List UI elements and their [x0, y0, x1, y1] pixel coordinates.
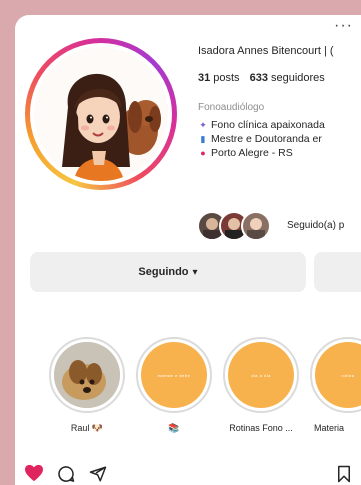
share-icon[interactable] [89, 465, 107, 485]
more-dots-icon: ··· [334, 17, 353, 34]
highlight-label: 📚 [168, 423, 180, 433]
posts-stat[interactable]: 31 posts [198, 72, 243, 84]
bookmark-icon[interactable] [337, 465, 351, 485]
followers-count: 633 [249, 72, 268, 84]
highlight-cover-photo [54, 342, 120, 408]
comment-icon[interactable] [57, 465, 75, 485]
following-label: Seguindo [138, 266, 189, 278]
follower-avatar [241, 211, 271, 241]
profile-category: Fonoaudiólogo [198, 102, 265, 113]
followed-by-text: Seguido(a) p [287, 220, 345, 231]
highlight-item[interactable]: dia a dia Rotinas Fono ... [221, 337, 301, 433]
bio-line-2: ▮ Mestre e Doutoranda er [198, 132, 361, 146]
highlight-cover-text: dia a dia [251, 372, 271, 378]
profile-stats: 31 posts 633 seguidores [198, 72, 361, 84]
highlight-item[interactable]: mamae e bebe 📚 [134, 337, 214, 434]
profile-card: ··· Isadora Annes Bitencourt | (31 post… [15, 15, 361, 485]
followers-label: seguidores [270, 72, 325, 84]
post-actions-bar [15, 464, 361, 485]
posts-label: posts [213, 72, 240, 84]
books-icon: ▮ [200, 134, 206, 144]
highlight-label: Raul 🐶 [70, 423, 104, 433]
profile-avatar[interactable] [25, 38, 177, 190]
avatar-illustration [34, 47, 168, 181]
chevron-down-icon: ▾ [192, 266, 198, 278]
posts-count: 31 [198, 72, 211, 84]
followers-stat[interactable]: 633 seguidores [250, 72, 325, 84]
highlight-item[interactable]: Raul 🐶 [47, 337, 127, 434]
profile-info: Isadora Annes Bitencourt | ( 31 posts 633… [198, 45, 361, 160]
sparkle-icon: ✦ [199, 120, 207, 130]
more-options-button[interactable]: ··· [334, 18, 353, 34]
following-button[interactable]: Seguindo ▾ [30, 252, 306, 292]
highlight-cover-text: rotina [341, 372, 355, 378]
message-button[interactable] [314, 252, 361, 292]
heart-icon[interactable] [24, 464, 44, 485]
bio-line-1: ✦ Fono clínica apaixonada [199, 119, 325, 131]
pin-icon: ● [200, 148, 206, 158]
bio-line-3: ● Porto Alegre - RS [198, 146, 361, 160]
highlight-label: Materia [314, 423, 345, 433]
highlight-cover-text: mamae e bebe [157, 372, 191, 378]
highlight-item[interactable]: rotina Materia [308, 337, 361, 433]
followed-by[interactable]: Seguido(a) p [197, 211, 361, 241]
highlight-label: Rotinas Fono ... [229, 423, 293, 433]
profile-name: Isadora Annes Bitencourt | ( [198, 45, 334, 57]
